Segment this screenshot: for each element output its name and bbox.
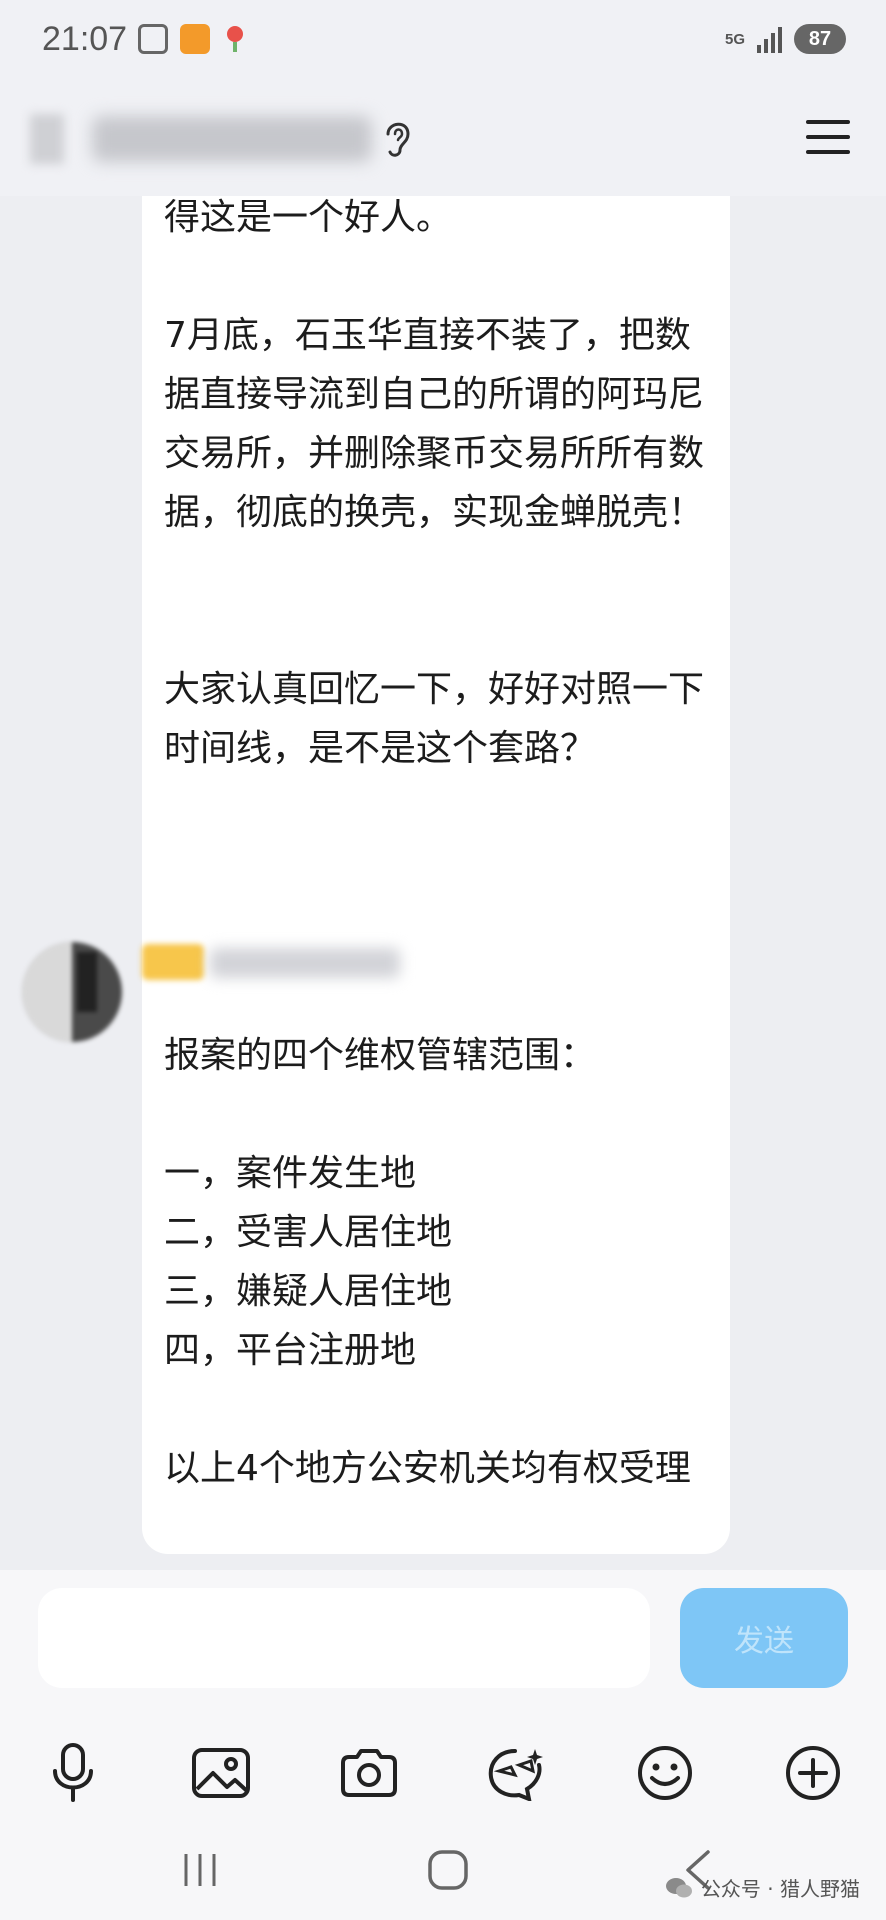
sender-name-redacted	[210, 948, 400, 978]
emoji-icon[interactable]	[630, 1738, 700, 1808]
message-bubble[interactable]: 报案的四个维权管辖范围： 一，案件发生地 二，受害人居住地 三，嫌疑人居住地 四…	[142, 1010, 730, 1554]
location-app-icon	[222, 24, 248, 54]
notification-icons	[138, 24, 248, 54]
image-icon[interactable]	[186, 1738, 256, 1808]
plus-icon[interactable]	[778, 1738, 848, 1808]
signal-icon	[757, 25, 782, 53]
composer-toolbar	[0, 1738, 886, 1818]
send-button[interactable]: 发送	[680, 1588, 848, 1688]
back-button[interactable]	[30, 114, 64, 164]
status-time: 21:07	[42, 20, 128, 58]
chat-title-redacted	[92, 116, 372, 162]
sticker-icon[interactable]	[480, 1738, 550, 1808]
message-input[interactable]	[38, 1588, 650, 1688]
status-right: 5G 87	[725, 24, 846, 54]
system-nav-bar	[0, 1820, 886, 1920]
screenshot-icon	[138, 24, 168, 54]
app-notification-icon	[180, 24, 210, 54]
status-bar: 21:07 5G 87	[0, 0, 886, 86]
recents-icon[interactable]	[170, 1840, 230, 1900]
menu-icon[interactable]	[806, 120, 850, 156]
avatar[interactable]	[22, 942, 122, 1042]
sender-badge	[142, 944, 204, 980]
microphone-icon[interactable]	[38, 1738, 108, 1808]
home-icon[interactable]	[418, 1840, 478, 1900]
camera-icon[interactable]	[334, 1738, 404, 1808]
wechat-logo-icon	[665, 1877, 692, 1897]
message-list[interactable]: 得这是一个好人。 7月底，石玉华直接不装了，把数据直接导流到自己的所谓的阿玛尼交…	[0, 196, 886, 1570]
watermark-text: 公众号 · 猎人野猫	[700, 1877, 860, 1901]
battery-indicator: 87	[794, 24, 846, 54]
watermark: 公众号 · 猎人野猫	[665, 1873, 860, 1902]
ear-icon[interactable]	[380, 116, 414, 160]
chat-header	[0, 86, 886, 196]
network-label: 5G	[724, 30, 745, 48]
